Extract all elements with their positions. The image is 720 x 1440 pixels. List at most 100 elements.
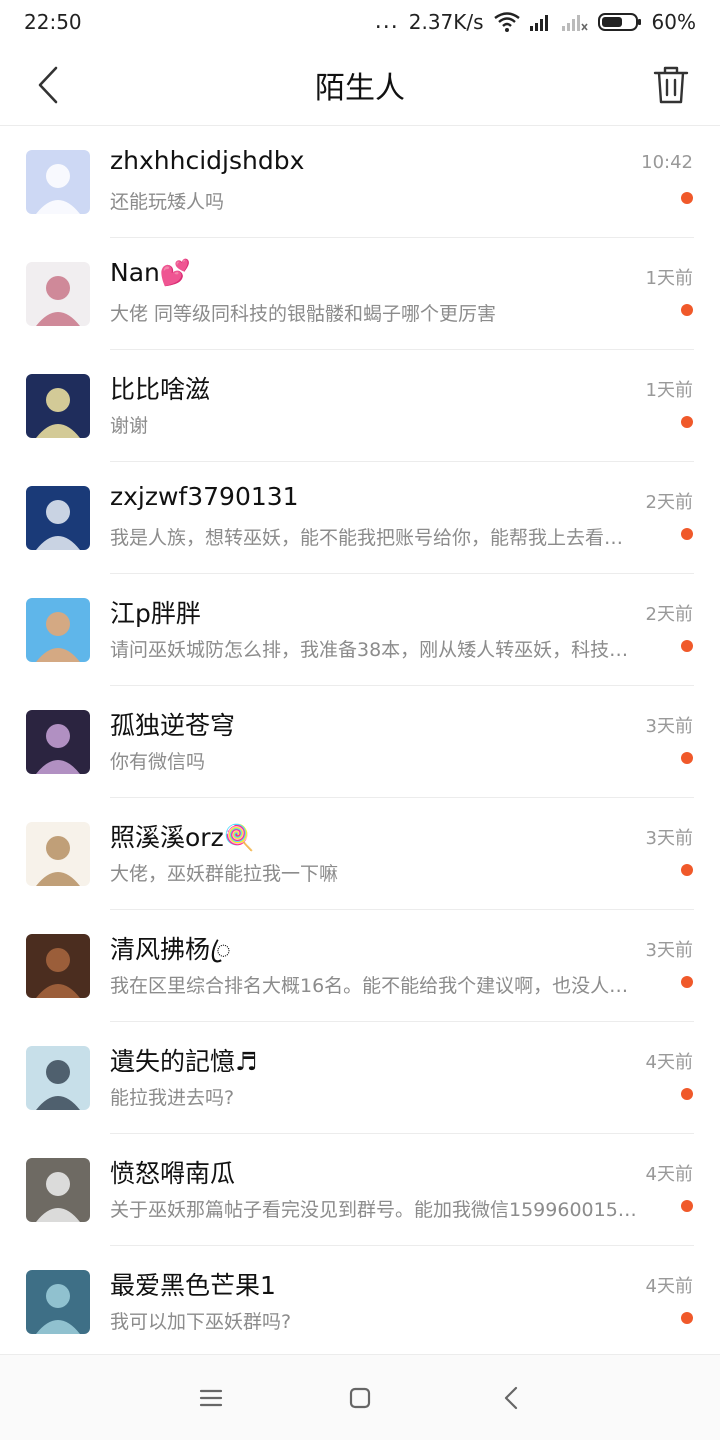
- signal-icon: [529, 13, 552, 31]
- nav-home-button[interactable]: [337, 1375, 383, 1421]
- unread-dot-icon: [681, 304, 693, 316]
- contact-name: 江p胖胖: [110, 599, 201, 628]
- battery-percent: 60%: [651, 10, 696, 34]
- status-bar: 22:50 ... 2.37K/s 60%: [0, 0, 720, 44]
- avatar-image-icon: [26, 150, 90, 214]
- conversation-row[interactable]: zxjzwf3790131 我是人族，想转巫妖，能不能我把账号给你，能帮我上去看……: [0, 462, 720, 574]
- avatar[interactable]: [26, 374, 90, 438]
- unread-dot-icon: [681, 752, 693, 764]
- contact-name: 孤独逆苍穹: [110, 711, 236, 740]
- unread-dot-icon: [681, 1200, 693, 1212]
- avatar[interactable]: [26, 1046, 90, 1110]
- avatar[interactable]: [26, 1158, 90, 1222]
- contact-name: Nan💕: [110, 258, 191, 287]
- conversation-row[interactable]: 遺失的記憶♬ 能拉我进去吗? 4天前: [0, 1022, 720, 1134]
- message-preview: 大佬，巫妖群能拉我一下嘛: [110, 863, 339, 885]
- conversation-list: zhxhhcidjshdbx 还能玩矮人吗 10:42 Nan💕 大佬 同等级同科技的银…: [0, 126, 720, 1358]
- delete-all-button[interactable]: [646, 60, 696, 110]
- status-indicators: ... 2.37K/s 60%: [375, 10, 696, 34]
- avatar[interactable]: [26, 486, 90, 550]
- back-arrow-icon: [38, 66, 58, 104]
- contact-name: 照溪溪orz🍭: [110, 823, 255, 852]
- message-preview: 还能玩矮人吗: [110, 191, 225, 213]
- avatar-image-icon: [26, 1046, 90, 1110]
- nav-back-icon: [504, 1386, 518, 1410]
- message-time: 10:42: [641, 152, 693, 173]
- nav-menu-button[interactable]: [188, 1375, 234, 1421]
- message-time: 4天前: [645, 1052, 693, 1073]
- status-dots: ...: [374, 9, 399, 34]
- conversation-row[interactable]: 清风拂杨ꦿ 我在区里综合排名大概16名。能不能给我个建议啊，也没人… 3天前: [0, 910, 720, 1022]
- unread-dot-icon: [681, 416, 693, 428]
- contact-name: zhxhhcidjshdbx: [110, 146, 305, 175]
- message-time: 4天前: [645, 1164, 693, 1185]
- avatar[interactable]: [26, 150, 90, 214]
- message-preview: 请问巫妖城防怎么排，我准备38本，刚从矮人转巫妖，科技…: [110, 639, 629, 661]
- avatar-image-icon: [26, 1158, 90, 1222]
- battery-icon: [597, 12, 642, 32]
- avatar[interactable]: [26, 934, 90, 998]
- message-time: 3天前: [645, 716, 693, 737]
- home-square-icon: [349, 1387, 371, 1409]
- avatar-image-icon: [26, 1270, 90, 1334]
- wifi-icon: [493, 12, 520, 32]
- unread-dot-icon: [681, 1312, 693, 1324]
- message-time: 2天前: [645, 604, 693, 625]
- avatar[interactable]: [26, 262, 90, 326]
- contact-name: 遺失的記憶♬: [110, 1047, 258, 1076]
- contact-name: zxjzwf3790131: [110, 482, 299, 511]
- message-time: 1天前: [645, 380, 693, 401]
- message-preview: 谢谢: [110, 415, 149, 437]
- unread-dot-icon: [681, 192, 693, 204]
- back-button[interactable]: [24, 60, 74, 110]
- unread-dot-icon: [681, 528, 693, 540]
- message-time: 3天前: [645, 940, 693, 961]
- signal-no-service-icon: [561, 13, 588, 31]
- message-time: 3天前: [645, 828, 693, 849]
- unread-dot-icon: [681, 864, 693, 876]
- message-time: 4天前: [645, 1276, 693, 1297]
- network-speed: 2.37K/s: [408, 10, 484, 34]
- avatar[interactable]: [26, 1270, 90, 1334]
- conversation-row[interactable]: 比比啥滋谢谢 1天前: [0, 350, 720, 462]
- avatar-image-icon: [26, 822, 90, 886]
- conversation-row[interactable]: 最爱黑色芒果1 我可以加下巫妖群吗? 4天前: [0, 1246, 720, 1358]
- message-preview: 能拉我进去吗?: [110, 1087, 235, 1109]
- menu-icon: [199, 1389, 223, 1407]
- avatar-image-icon: [26, 374, 90, 438]
- message-preview: 关于巫妖那篇帖子看完没见到群号。能加我微信159960015…: [110, 1199, 637, 1221]
- contact-name: 比比啥滋: [110, 375, 211, 404]
- message-preview: 我可以加下巫妖群吗?: [110, 1311, 292, 1333]
- page-title: 陌生人: [315, 70, 405, 106]
- avatar[interactable]: [26, 822, 90, 886]
- conversation-row[interactable]: Nan💕 大佬 同等级同科技的银骷髅和蝎子哪个更厉害 1天前: [0, 238, 720, 350]
- unread-dot-icon: [681, 976, 693, 988]
- message-preview: 你有微信吗: [110, 751, 206, 773]
- conversation-row[interactable]: zhxhhcidjshdbx 还能玩矮人吗 10:42: [0, 126, 720, 238]
- conversation-row[interactable]: 江p胖胖请问巫妖城防怎么排，我准备38本，刚从矮人转巫妖，科技… 2天前: [0, 574, 720, 686]
- avatar[interactable]: [26, 598, 90, 662]
- contact-name: 最爱黑色芒果1: [110, 1271, 276, 1300]
- trash-icon: [653, 66, 689, 104]
- avatar-image-icon: [26, 598, 90, 662]
- conversation-row[interactable]: 愤怒嘚南瓜关于巫妖那篇帖子看完没见到群号。能加我微信159960015… 4天前: [0, 1134, 720, 1246]
- nav-back-button[interactable]: [488, 1375, 534, 1421]
- conversation-row[interactable]: 孤独逆苍穹你有微信吗 3天前: [0, 686, 720, 798]
- avatar-image-icon: [26, 486, 90, 550]
- top-app-bar: 陌生人: [0, 44, 720, 126]
- avatar-image-icon: [26, 710, 90, 774]
- unread-dot-icon: [681, 640, 693, 652]
- system-nav-bar: [0, 1354, 720, 1440]
- message-time: 2天前: [645, 492, 693, 513]
- unread-dot-icon: [681, 1088, 693, 1100]
- status-time: 22:50: [24, 10, 82, 34]
- message-preview: 我在区里综合排名大概16名。能不能给我个建议啊，也没人…: [110, 975, 629, 997]
- contact-name: 愤怒嘚南瓜: [110, 1159, 236, 1188]
- message-preview: 我是人族，想转巫妖，能不能我把账号给你，能帮我上去看…: [110, 527, 624, 549]
- avatar-image-icon: [26, 934, 90, 998]
- message-preview: 大佬 同等级同科技的银骷髅和蝎子哪个更厉害: [110, 303, 497, 325]
- avatar-image-icon: [26, 262, 90, 326]
- conversation-row[interactable]: 照溪溪orz🍭 大佬，巫妖群能拉我一下嘛 3天前: [0, 798, 720, 910]
- message-time: 1天前: [645, 268, 693, 289]
- avatar[interactable]: [26, 710, 90, 774]
